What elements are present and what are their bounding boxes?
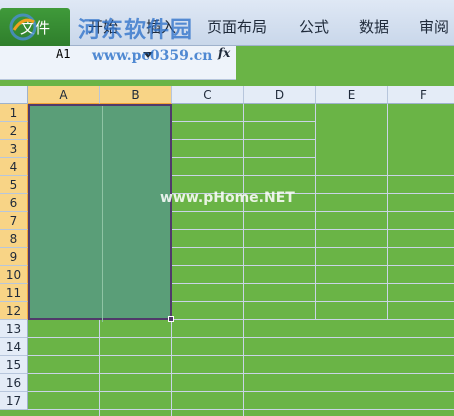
row-header[interactable]: 17 [0,392,28,410]
fill-handle[interactable] [168,316,174,322]
formula-bar: A1 fx [0,46,454,80]
tab-page-layout[interactable]: 页面布局 [207,16,267,37]
column-header-e[interactable]: E [316,86,388,104]
column-header-b[interactable]: B [100,86,172,104]
row-header[interactable]: 12 [0,302,28,320]
watermark-center-text: www.pHome.NET [160,190,295,206]
tab-review[interactable]: 审阅 [419,16,449,37]
row-header[interactable]: 3 [0,140,28,158]
selected-range-a1-b12[interactable] [28,104,172,322]
name-box-value: A1 [56,47,71,61]
column-header-a[interactable]: A [28,86,100,104]
row-header[interactable]: 7 [0,212,28,230]
row-header[interactable]: 8 [0,230,28,248]
row-header[interactable]: 5 [0,176,28,194]
row-header[interactable]: 9 [0,248,28,266]
select-all-corner[interactable] [0,86,28,104]
watermark-url: www.pc0359.cn [92,48,213,64]
fx-icon[interactable]: fx [218,46,230,60]
row-header[interactable]: 2 [0,122,28,140]
cell-grid[interactable] [28,104,454,416]
row-header[interactable]: 1 [0,104,28,122]
row-header[interactable]: 13 [0,320,28,338]
tab-formulas[interactable]: 公式 [299,16,329,37]
row-header[interactable]: 14 [0,338,28,356]
tab-data[interactable]: 数据 [359,16,389,37]
column-header-c[interactable]: C [172,86,244,104]
watermark-title: 河东软件园 [78,17,194,43]
row-header[interactable]: 15 [0,356,28,374]
column-header-d[interactable]: D [244,86,316,104]
row-header[interactable]: 4 [0,158,28,176]
column-header-f[interactable]: F [388,86,454,104]
row-header[interactable]: 11 [0,284,28,302]
ribbon-tab-bar: 文件 开始 插入 页面布局 公式 数据 审阅 [0,0,454,46]
row-header[interactable]: 6 [0,194,28,212]
watermark-logo-icon [9,13,37,41]
row-header[interactable]: 10 [0,266,28,284]
row-header[interactable]: 16 [0,374,28,392]
